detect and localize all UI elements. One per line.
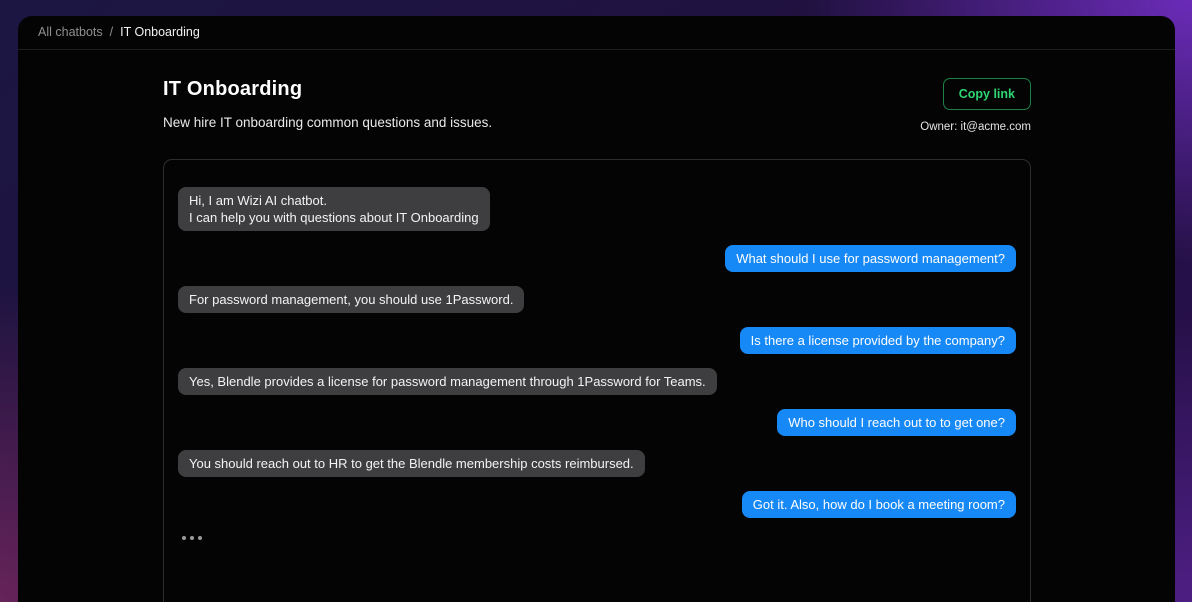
chat-panel: Hi, I am Wizi AI chatbot. I can help you… <box>163 159 1031 602</box>
page-header: IT Onboarding New hire IT onboarding com… <box>163 78 1031 133</box>
main-window: All chatbots / IT Onboarding IT Onboardi… <box>18 16 1175 602</box>
bot-message-row <box>178 536 1016 540</box>
bot-message-bubble: For password management, you should use … <box>178 286 524 313</box>
breadcrumb-all-chatbots[interactable]: All chatbots <box>38 25 103 39</box>
bot-message-bubble: You should reach out to HR to get the Bl… <box>178 450 645 477</box>
breadcrumb-current-page: IT Onboarding <box>120 25 200 39</box>
breadcrumb-separator: / <box>110 25 113 39</box>
breadcrumb: All chatbots / IT Onboarding <box>18 16 1175 50</box>
user-message-bubble: What should I use for password managemen… <box>725 245 1016 272</box>
header-right: Copy link Owner: it@acme.com <box>920 78 1031 133</box>
bot-message-row: For password management, you should use … <box>178 286 1016 313</box>
page-title: IT Onboarding <box>163 78 492 101</box>
bot-message-bubble: Hi, I am Wizi AI chatbot. I can help you… <box>178 187 490 231</box>
user-message-bubble: Is there a license provided by the compa… <box>740 327 1016 354</box>
typing-dot-icon <box>190 536 194 540</box>
user-message-bubble: Who should I reach out to to get one? <box>777 409 1016 436</box>
copy-link-button[interactable]: Copy link <box>943 78 1031 110</box>
user-message-row: Who should I reach out to to get one? <box>178 409 1016 436</box>
bot-message-row: Hi, I am Wizi AI chatbot. I can help you… <box>178 187 1016 231</box>
typing-dot-icon <box>182 536 186 540</box>
owner-label: Owner: it@acme.com <box>920 121 1031 133</box>
user-message-row: Got it. Also, how do I book a meeting ro… <box>178 491 1016 518</box>
user-message-row: What should I use for password managemen… <box>178 245 1016 272</box>
page-content: IT Onboarding New hire IT onboarding com… <box>18 50 1175 602</box>
user-message-bubble: Got it. Also, how do I book a meeting ro… <box>742 491 1016 518</box>
header-left: IT Onboarding New hire IT onboarding com… <box>163 78 492 130</box>
app-background: { "breadcrumb": { "root_label": "All cha… <box>0 0 1192 602</box>
typing-dot-icon <box>198 536 202 540</box>
user-message-row: Is there a license provided by the compa… <box>178 327 1016 354</box>
bot-message-bubble: Yes, Blendle provides a license for pass… <box>178 368 717 395</box>
bot-message-row: You should reach out to HR to get the Bl… <box>178 450 1016 477</box>
bot-message-row: Yes, Blendle provides a license for pass… <box>178 368 1016 395</box>
typing-indicator <box>182 536 202 540</box>
page-subtitle: New hire IT onboarding common questions … <box>163 115 492 130</box>
